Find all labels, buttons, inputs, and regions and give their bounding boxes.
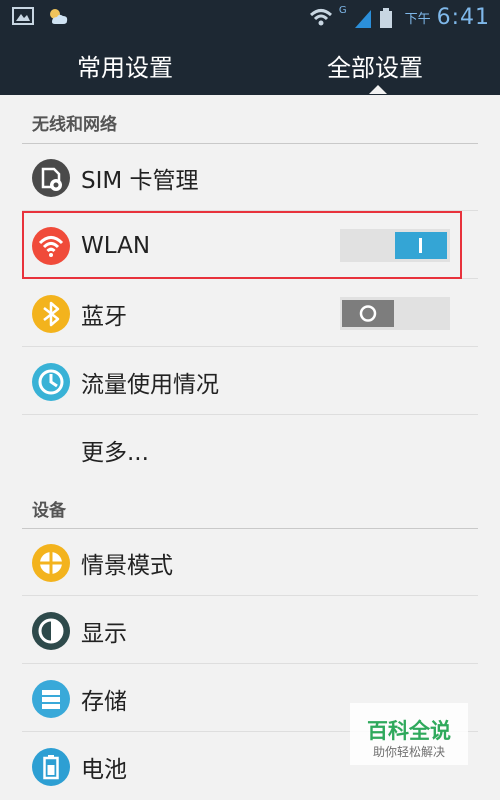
watermark: 百科全说 助你轻松解决 — [350, 703, 468, 765]
bluetooth-toggle[interactable] — [340, 297, 450, 330]
settings-item-label: 流量使用情况 — [81, 371, 219, 398]
data-usage-icon — [32, 363, 70, 401]
signal-icon — [354, 9, 371, 28]
settings-item-sound-profile[interactable]: 情景模式 — [22, 529, 478, 596]
settings-item-data-usage[interactable]: 流量使用情况 — [22, 348, 478, 415]
row-divider — [22, 595, 478, 596]
wlan-highlight-box — [22, 211, 462, 279]
settings-tab-bar: 常用设置 全部设置 — [0, 35, 500, 95]
time-period-label: 下午 — [404, 12, 431, 27]
network-type-label: G — [338, 5, 347, 16]
sound-profile-icon — [32, 544, 70, 582]
section-header-device: 设备 — [32, 501, 66, 521]
selected-tab-indicator — [369, 85, 387, 94]
settings-item-label: 显示 — [81, 620, 127, 647]
settings-item-label: 蓝牙 — [81, 303, 127, 330]
tab-common-settings[interactable]: 常用设置 — [0, 35, 250, 95]
battery-settings-icon — [32, 748, 70, 786]
bluetooth-icon — [32, 295, 70, 333]
section-header-wireless: 无线和网络 — [32, 115, 117, 135]
settings-item-label: 存储 — [81, 688, 127, 715]
watermark-subtitle: 助你轻松解决 — [372, 745, 445, 759]
toggle-knob — [342, 300, 394, 327]
storage-icon — [32, 680, 70, 718]
toggle-off-mark-icon — [359, 305, 377, 322]
sim-card-icon — [32, 159, 70, 197]
settings-item-label: SIM 卡管理 — [81, 167, 199, 194]
wifi-icon — [309, 8, 332, 25]
battery-icon — [379, 7, 392, 28]
settings-item-display[interactable]: 显示 — [22, 597, 478, 664]
image-icon — [12, 7, 34, 25]
status-bar: G 下午 6:41 — [0, 0, 500, 35]
row-divider — [22, 346, 478, 347]
display-icon — [32, 612, 70, 650]
settings-item-sim-management[interactable]: SIM 卡管理 — [22, 144, 478, 211]
settings-item-bluetooth[interactable]: 蓝牙 — [22, 280, 478, 347]
settings-item-more[interactable]: 更多... — [22, 416, 478, 483]
watermark-title: 百科全说 — [367, 719, 451, 743]
settings-item-label: 更多... — [81, 439, 149, 466]
weather-icon — [50, 9, 68, 24]
status-time: 6:41 — [436, 5, 490, 30]
row-divider — [22, 414, 478, 415]
settings-item-label: 情景模式 — [81, 552, 173, 579]
status-right: G 下午 6:41 — [309, 0, 490, 35]
row-divider — [22, 663, 478, 664]
